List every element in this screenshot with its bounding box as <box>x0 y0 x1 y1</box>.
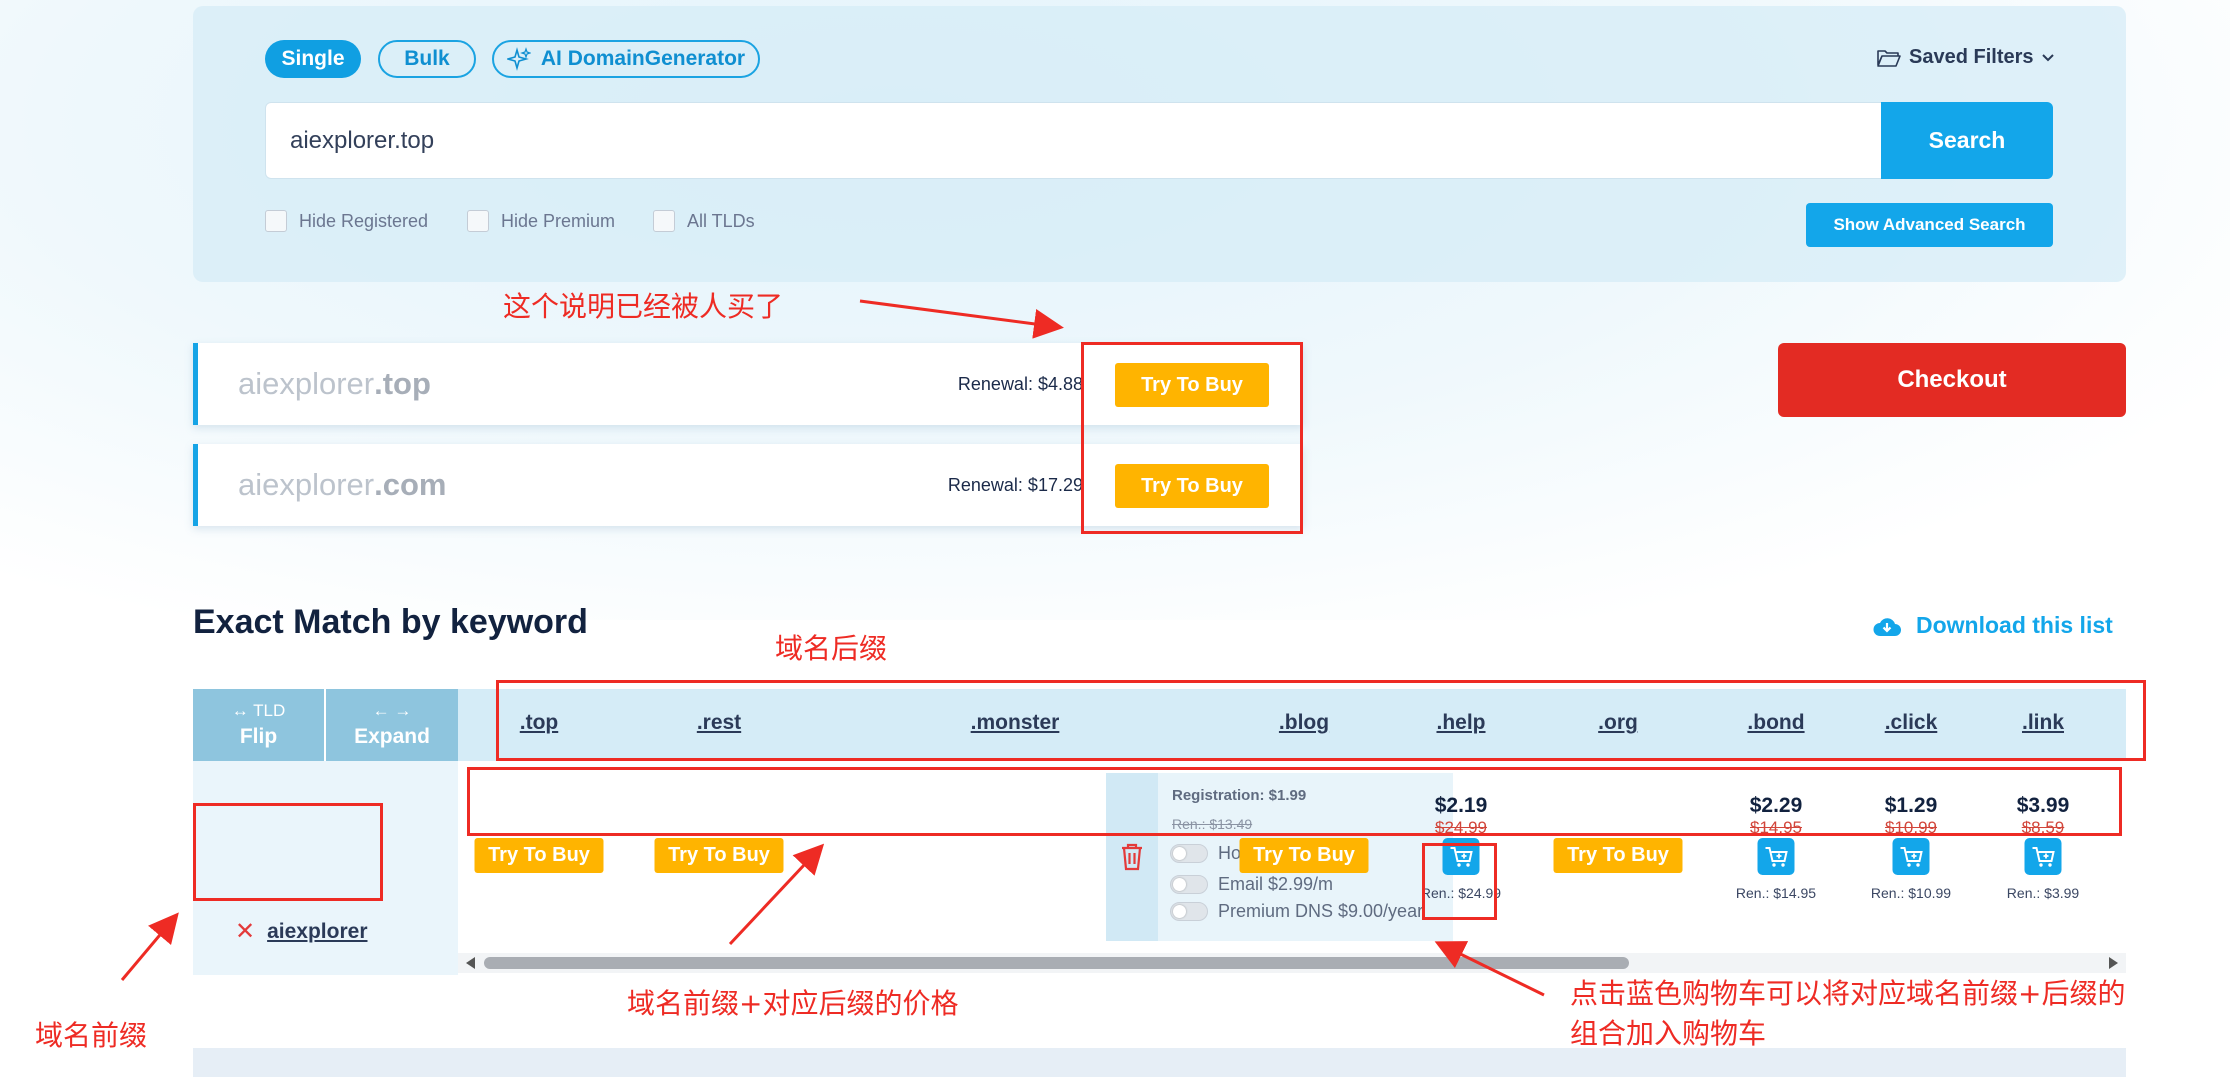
annotation-suffix: 域名后缀 <box>775 632 888 665</box>
annotation-box-buy-buttons <box>1081 342 1303 534</box>
annotation-cart-note-line2: 组合加入购物车 <box>1570 1017 1767 1050</box>
annotation-price-note: 域名前缀+对应后缀的价格 <box>627 987 959 1020</box>
annotation-bought: 这个说明已经被人买了 <box>503 290 784 323</box>
annotation-box-keyword <box>193 803 383 901</box>
arrow-bought <box>859 299 1064 339</box>
annotation-box-tld-row <box>496 680 2146 761</box>
annotation-box-price-row <box>467 767 2122 836</box>
arrow-price <box>728 843 825 946</box>
annotation-arrows <box>120 299 1545 997</box>
arrow-cart <box>1434 941 1545 997</box>
annotation-box-cart <box>1422 843 1497 920</box>
annotation-cart-note-line1: 点击蓝色购物车可以将对应域名前缀+后缀的 <box>1570 977 2126 1010</box>
arrow-prefix <box>120 912 179 981</box>
annotation-prefix: 域名前缀 <box>35 1019 148 1052</box>
